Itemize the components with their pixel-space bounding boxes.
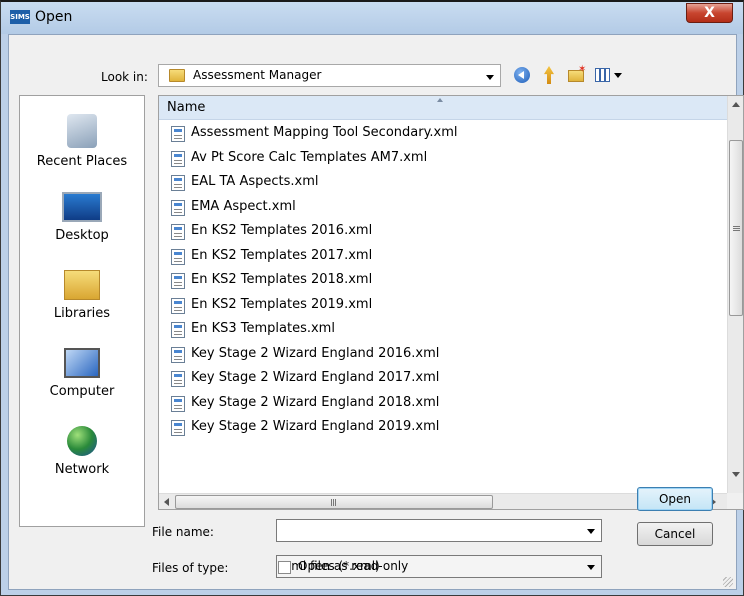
view-menu-button[interactable]: [593, 64, 623, 86]
open-button[interactable]: Open: [637, 487, 713, 511]
file-rows: Assessment Mapping Tool Secondary.xml Av…: [159, 122, 727, 441]
xml-file-icon: [171, 371, 185, 387]
place-label: Recent Places: [36, 154, 128, 169]
list-item[interactable]: Key Stage 2 Wizard England 2016.xml: [159, 343, 727, 368]
xml-file-icon: [171, 420, 185, 436]
look-in-combo[interactable]: Assessment Manager: [158, 64, 501, 87]
place-desktop[interactable]: Desktop: [20, 192, 144, 243]
name-column-header[interactable]: Name: [159, 96, 727, 120]
read-only-checkbox[interactable]: [278, 561, 291, 574]
place-label: Desktop: [55, 228, 109, 243]
name-column-label: Name: [167, 100, 206, 115]
vertical-scrollbar[interactable]: [727, 96, 743, 496]
list-item[interactable]: Key Stage 2 Wizard England 2018.xml: [159, 392, 727, 417]
scroll-corner: [727, 493, 743, 509]
xml-file-icon: [171, 346, 185, 363]
views-icon: [595, 68, 610, 82]
resize-grip-icon[interactable]: [723, 577, 733, 587]
scroll-left-icon[interactable]: [164, 498, 169, 506]
grip-icon: [331, 499, 332, 506]
file-name: Key Stage 2 Wizard England 2016.xml: [191, 345, 440, 361]
file-name-input[interactable]: [276, 519, 602, 542]
xml-file-icon: [171, 297, 185, 314]
list-item[interactable]: En KS2 Templates 2019.xml: [159, 294, 727, 319]
cancel-button[interactable]: Cancel: [637, 522, 713, 546]
place-recent-places[interactable]: Recent Places: [20, 114, 144, 169]
horizontal-scroll-thumb[interactable]: [175, 495, 493, 509]
file-name: Key Stage 2 Wizard England 2018.xml: [191, 394, 440, 410]
read-only-label[interactable]: Open as read-only: [298, 559, 408, 573]
place-label: Network: [54, 462, 110, 477]
place-computer[interactable]: Computer: [20, 348, 144, 399]
recent-places-icon: [67, 114, 97, 148]
scroll-down-icon[interactable]: [732, 472, 740, 477]
file-name: Key Stage 2 Wizard England 2017.xml: [191, 370, 440, 385]
list-item[interactable]: En KS2 Templates 2016.xml: [159, 220, 727, 245]
xml-file-icon: [171, 322, 185, 338]
file-name: EMA Aspect.xml: [191, 198, 296, 214]
xml-file-icon: [171, 273, 185, 289]
place-network[interactable]: Network: [20, 426, 144, 477]
up-folder-icon: [544, 66, 554, 84]
file-list: Name Assessment Mapping Tool Secondary.x…: [158, 95, 744, 510]
file-name: Key Stage 2 Wizard England 2019.xml: [191, 419, 440, 434]
new-sparkle-icon: ✶: [578, 64, 587, 75]
xml-file-icon: [171, 248, 185, 265]
sims-app-icon: SIMS: [10, 10, 30, 24]
back-button[interactable]: [512, 64, 532, 86]
dialog-title: Open: [35, 9, 73, 25]
xml-file-icon: [171, 395, 185, 412]
dialog-body: Look in: Assessment Manager ✶ Recent Pla…: [8, 34, 744, 590]
create-new-folder-button[interactable]: ✶: [566, 64, 586, 86]
back-arrow-icon: [514, 67, 530, 83]
libraries-icon: [64, 270, 100, 300]
look-in-value: Assessment Manager: [193, 68, 322, 82]
xml-file-icon: [171, 126, 185, 142]
list-item[interactable]: En KS2 Templates 2018.xml: [159, 269, 727, 294]
computer-icon: [64, 348, 100, 378]
list-item[interactable]: Av Pt Score Calc Templates AM7.xml: [159, 147, 727, 172]
chevron-down-icon[interactable]: [587, 529, 595, 534]
open-dialog: SIMS Open X Look in: Assessment Manager …: [0, 0, 744, 596]
file-name: Av Pt Score Calc Templates AM7.xml: [191, 149, 428, 165]
list-item[interactable]: Key Stage 2 Wizard England 2017.xml: [159, 367, 727, 392]
file-name: En KS2 Templates 2016.xml: [191, 223, 373, 238]
place-libraries[interactable]: Libraries: [20, 270, 144, 321]
file-name-label: File name:: [152, 525, 214, 539]
file-name: En KS2 Templates 2019.xml: [191, 296, 373, 312]
look-in-label: Look in:: [101, 70, 148, 84]
chevron-down-icon[interactable]: [486, 75, 494, 80]
list-item[interactable]: En KS2 Templates 2017.xml: [159, 245, 727, 270]
list-item[interactable]: Key Stage 2 Wizard England 2019.xml: [159, 416, 727, 441]
vertical-scroll-thumb[interactable]: [729, 140, 743, 316]
file-name: EAL TA Aspects.xml: [191, 174, 319, 189]
xml-file-icon: [171, 224, 185, 240]
chevron-down-icon[interactable]: [587, 565, 595, 570]
xml-file-icon: [171, 199, 185, 216]
grip-icon: [733, 226, 740, 227]
places-bar: Recent Places Desktop Libraries Computer…: [19, 95, 145, 527]
folder-icon: [169, 69, 185, 82]
xml-file-icon: [171, 175, 185, 191]
list-item[interactable]: EMA Aspect.xml: [159, 196, 727, 221]
network-icon: [67, 426, 97, 456]
list-item[interactable]: EAL TA Aspects.xml: [159, 171, 727, 196]
scroll-up-icon[interactable]: [732, 102, 740, 107]
title-bar[interactable]: SIMS Open X: [1, 2, 743, 34]
list-item[interactable]: En KS3 Templates.xml: [159, 318, 727, 343]
list-item[interactable]: Assessment Mapping Tool Secondary.xml: [159, 122, 727, 147]
file-name: En KS2 Templates 2018.xml: [191, 272, 373, 287]
place-label: Libraries: [53, 306, 111, 321]
place-label: Computer: [49, 384, 115, 399]
file-name: Assessment Mapping Tool Secondary.xml: [191, 125, 458, 140]
chevron-down-icon: [614, 73, 622, 78]
close-button[interactable]: X: [686, 3, 733, 23]
up-one-level-button[interactable]: [539, 64, 559, 86]
desktop-icon: [62, 192, 102, 222]
files-of-type-label: Files of type:: [152, 561, 229, 575]
file-name: En KS3 Templates.xml: [191, 321, 335, 336]
xml-file-icon: [171, 150, 185, 167]
sort-ascending-icon: [437, 98, 443, 102]
file-name: En KS2 Templates 2017.xml: [191, 247, 373, 263]
